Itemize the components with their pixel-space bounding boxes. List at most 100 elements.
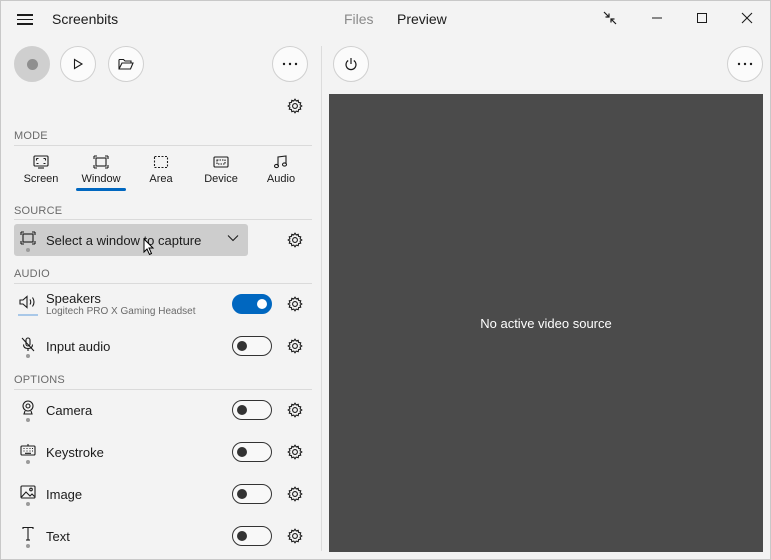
mode-screen-label: Screen [23,173,59,185]
keystroke-status-dot [26,460,30,464]
folder-open-icon [118,58,134,70]
mode-divider [14,145,312,146]
device-icon [213,156,229,168]
app-window: Screenbits Files Preview MODE Screen Win… [0,0,771,560]
screen-icon [33,155,49,169]
minimize-button[interactable] [637,3,677,33]
image-status-dot [26,502,30,506]
preview-more-options-button[interactable] [727,46,763,82]
close-button[interactable] [727,3,767,33]
minimize-icon [652,17,662,19]
source-select-text: Select a window to capture [46,233,202,248]
source-status-dot [26,248,30,252]
speakers-device-name: Logitech PRO X Gaming Headset [46,306,196,317]
mode-section-label: MODE [14,130,48,142]
microphone-muted-icon [18,335,38,355]
tab-files[interactable]: Files [344,11,374,27]
image-settings-button[interactable] [286,485,304,503]
gear-icon [287,528,303,544]
options-section-label: OPTIONS [14,374,65,386]
gear-icon [287,444,303,460]
text-label: Text [46,529,70,544]
source-settings-button[interactable] [286,231,304,249]
window-icon [20,231,36,245]
keyboard-icon [18,440,38,460]
camera-status-dot [26,418,30,422]
close-icon [741,12,753,24]
record-button[interactable] [14,46,50,82]
text-status-dot [26,544,30,548]
mode-audio-label: Audio [266,173,296,185]
compact-overlay-icon [603,11,617,25]
power-button[interactable] [333,46,369,82]
audio-note-icon [273,155,288,169]
more-options-button[interactable] [272,46,308,82]
options-divider [14,389,312,390]
gear-icon [287,296,303,312]
text-toggle[interactable] [232,526,272,546]
image-label: Image [46,487,83,502]
speakers-settings-button[interactable] [286,295,304,313]
source-section-label: SOURCE [14,205,63,217]
input-audio-toggle[interactable] [232,336,272,356]
gear-icon [287,402,303,418]
mode-selected-indicator [76,188,126,191]
camera-icon [18,398,38,418]
compact-overlay-button[interactable] [590,3,630,33]
camera-settings-button[interactable] [286,401,304,419]
input-audio-label: Input audio [46,339,111,354]
mode-window[interactable]: Window [76,153,126,193]
image-icon [18,482,38,502]
mode-area[interactable]: Area [136,153,186,193]
mode-window-label: Window [81,173,121,185]
speakers-toggle[interactable] [232,294,272,314]
image-toggle[interactable] [232,484,272,504]
maximize-icon [697,13,707,23]
title-bar: Screenbits Files Preview [1,1,771,37]
keystroke-settings-button[interactable] [286,443,304,461]
keystroke-label: Keystroke [46,445,104,460]
video-preview-area: No active video source [329,94,763,552]
input-audio-status-dot [26,354,30,358]
mode-device[interactable]: Device [196,153,246,193]
gear-icon [287,98,303,114]
source-window-select[interactable]: Select a window to capture [14,224,248,256]
general-settings-button[interactable] [286,97,304,115]
source-divider [14,219,312,220]
camera-toggle[interactable] [232,400,272,420]
area-icon [153,155,169,169]
mode-audio[interactable]: Audio [256,153,306,193]
play-button[interactable] [60,46,96,82]
keystroke-toggle[interactable] [232,442,272,462]
gear-icon [287,338,303,354]
record-icon [26,58,38,70]
panel-divider [321,46,322,551]
play-icon [73,58,84,70]
mode-device-label: Device [204,173,238,185]
open-folder-button[interactable] [108,46,144,82]
mode-area-label: Area [149,173,173,185]
tab-preview[interactable]: Preview [397,11,447,27]
more-icon [737,62,753,66]
camera-label: Camera [46,403,93,418]
gear-icon [287,232,303,248]
speaker-level-meter [18,314,38,316]
speakers-label: Speakers [46,291,101,306]
maximize-button[interactable] [682,3,722,33]
speaker-icon [18,292,38,312]
audio-section-label: AUDIO [14,268,50,280]
more-icon [282,62,298,66]
text-settings-button[interactable] [286,527,304,545]
hamburger-menu-icon[interactable] [15,11,35,27]
gear-icon [287,486,303,502]
text-icon [18,524,38,544]
power-icon [345,58,357,71]
window-icon [93,155,109,169]
chevron-down-icon [227,235,239,242]
app-title: Screenbits [52,11,119,27]
mouse-cursor-icon [143,238,155,256]
audio-divider [14,283,312,284]
input-audio-settings-button[interactable] [286,337,304,355]
preview-empty-message: No active video source [480,315,612,331]
mode-screen[interactable]: Screen [16,153,66,193]
